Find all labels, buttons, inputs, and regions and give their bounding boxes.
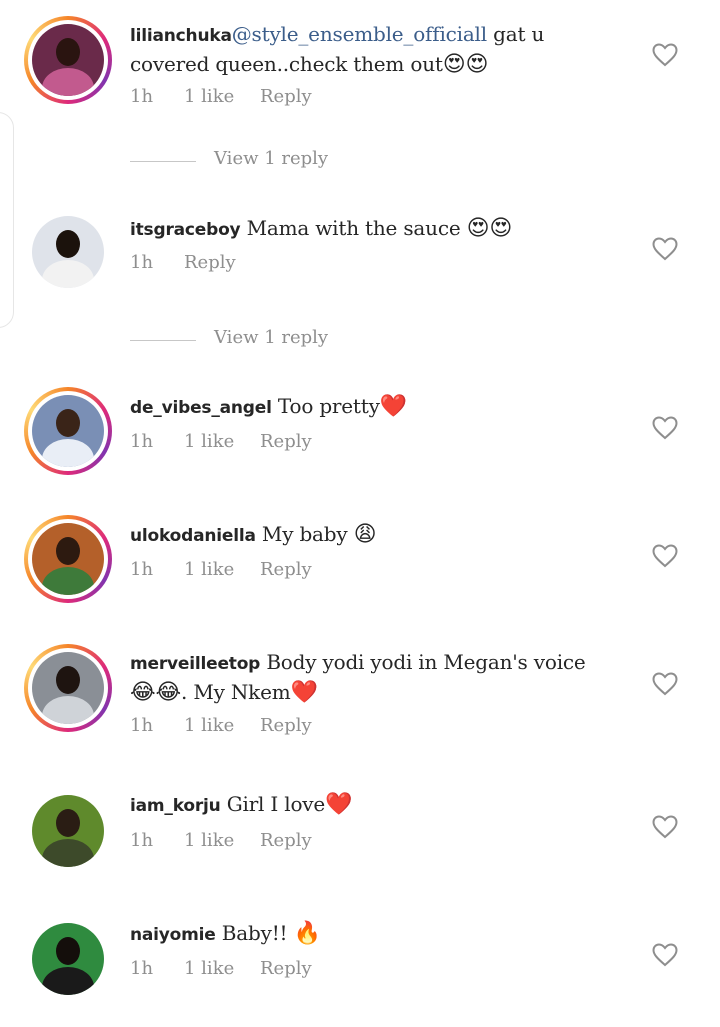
comment-time: 1h [130,715,154,736]
reply-button[interactable]: Reply [260,715,312,736]
comment-text: de_vibes_angel Too pretty❤️ [130,392,610,422]
avatar-plain[interactable] [24,208,112,296]
comment-username[interactable]: itsgraceboy [130,220,241,240]
comment-meta: 1h 1 like Reply [130,715,312,736]
comment-emoji: ❤️ [290,680,318,705]
avatar [32,523,104,595]
heart-outline-icon[interactable] [652,43,678,67]
avatar-plain[interactable] [24,787,112,875]
comment-emoji: 😂😂 [130,680,182,705]
reply-button[interactable]: Reply [260,431,312,452]
comment-time: 1h [130,86,154,107]
heart-outline-icon[interactable] [652,416,678,440]
comment-username[interactable]: iam_korju [130,796,221,816]
comment-username[interactable]: ulokodaniella [130,526,256,546]
avatar-story-ring[interactable] [24,16,112,104]
comment-emoji: ❤️ [325,792,353,817]
comment-text: itsgraceboy Mama with the sauce 😍😍 [130,214,610,244]
reply-button[interactable]: Reply [260,830,312,851]
comment-text: iam_korju Girl I love❤️ [130,790,610,820]
comment-likes[interactable]: 1 like [184,958,260,979]
comment-body: Girl I love [220,792,326,816]
comment-username[interactable]: merveilleetop [130,654,260,674]
comment-emoji: ❤️ [379,394,407,419]
comment-time: 1h [130,252,154,273]
comment-time: 1h [130,431,154,452]
avatar [32,795,104,867]
comment-time: 1h [130,830,154,851]
avatar-story-ring[interactable] [24,644,112,732]
comment-meta: 1h 1 like Reply [130,86,312,107]
comment-meta: 1h 1 like Reply [130,431,312,452]
side-panel-edge [0,112,14,328]
comment-likes[interactable]: 1 like [184,86,260,107]
comment-emoji: 😍😍 [442,52,489,77]
heart-outline-icon[interactable] [652,943,678,967]
comment-meta: 1h Reply [130,252,236,273]
comment-meta: 1h 1 like Reply [130,559,312,580]
comment-username[interactable]: lilianchuka [130,26,232,46]
comment-mention[interactable]: @style_ensemble_officiall [232,22,487,46]
comment-emoji: 🔥 [293,921,321,946]
comment-emoji: 😍😍 [466,216,513,241]
comment-username[interactable]: de_vibes_angel [130,398,272,418]
comment-meta: 1h 1 like Reply [130,830,312,851]
comment-username[interactable]: naiyomie [130,925,216,945]
view-replies-label[interactable]: View 1 reply [214,327,328,348]
comment-text: merveilleetop Body yodi yodi in Megan's … [130,648,610,707]
reply-button[interactable]: Reply [260,86,312,107]
heart-outline-icon[interactable] [652,815,678,839]
comment-text: lilianchuka@style_ensemble_officiall gat… [130,20,610,79]
comment-likes[interactable]: 1 like [184,715,260,736]
comment-body: My baby [255,522,354,546]
comment-likes[interactable]: 1 like [184,830,260,851]
avatar-story-ring[interactable] [24,387,112,475]
comment-body: Too pretty [271,394,380,418]
comment-time: 1h [130,958,154,979]
comment-text: naiyomie Baby!! 🔥 [130,919,610,949]
comment-body: Baby!! [215,921,294,945]
comment-time: 1h [130,559,154,580]
comment-likes[interactable]: 1 like [184,431,260,452]
heart-outline-icon[interactable] [652,544,678,568]
reply-button[interactable]: Reply [184,252,236,273]
comment-body: Mama with the sauce [240,216,467,240]
comment-body-continued: . My Nkem [181,680,291,704]
heart-outline-icon[interactable] [652,672,678,696]
comment-meta: 1h 1 like Reply [130,958,312,979]
comment-likes[interactable]: 1 like [184,559,260,580]
comment-emoji: 😩 [353,522,377,547]
avatar [32,24,104,96]
avatar-story-ring[interactable] [24,515,112,603]
avatar [32,923,104,995]
comment-body: Body yodi yodi in Megan's voice [260,650,586,674]
view-replies-label[interactable]: View 1 reply [214,148,328,169]
avatar [32,652,104,724]
avatar [32,395,104,467]
avatar-plain[interactable] [24,915,112,1003]
reply-button[interactable]: Reply [260,559,312,580]
reply-button[interactable]: Reply [260,958,312,979]
heart-outline-icon[interactable] [652,237,678,261]
avatar [32,216,104,288]
comment-text: ulokodaniella My baby 😩 [130,520,610,550]
